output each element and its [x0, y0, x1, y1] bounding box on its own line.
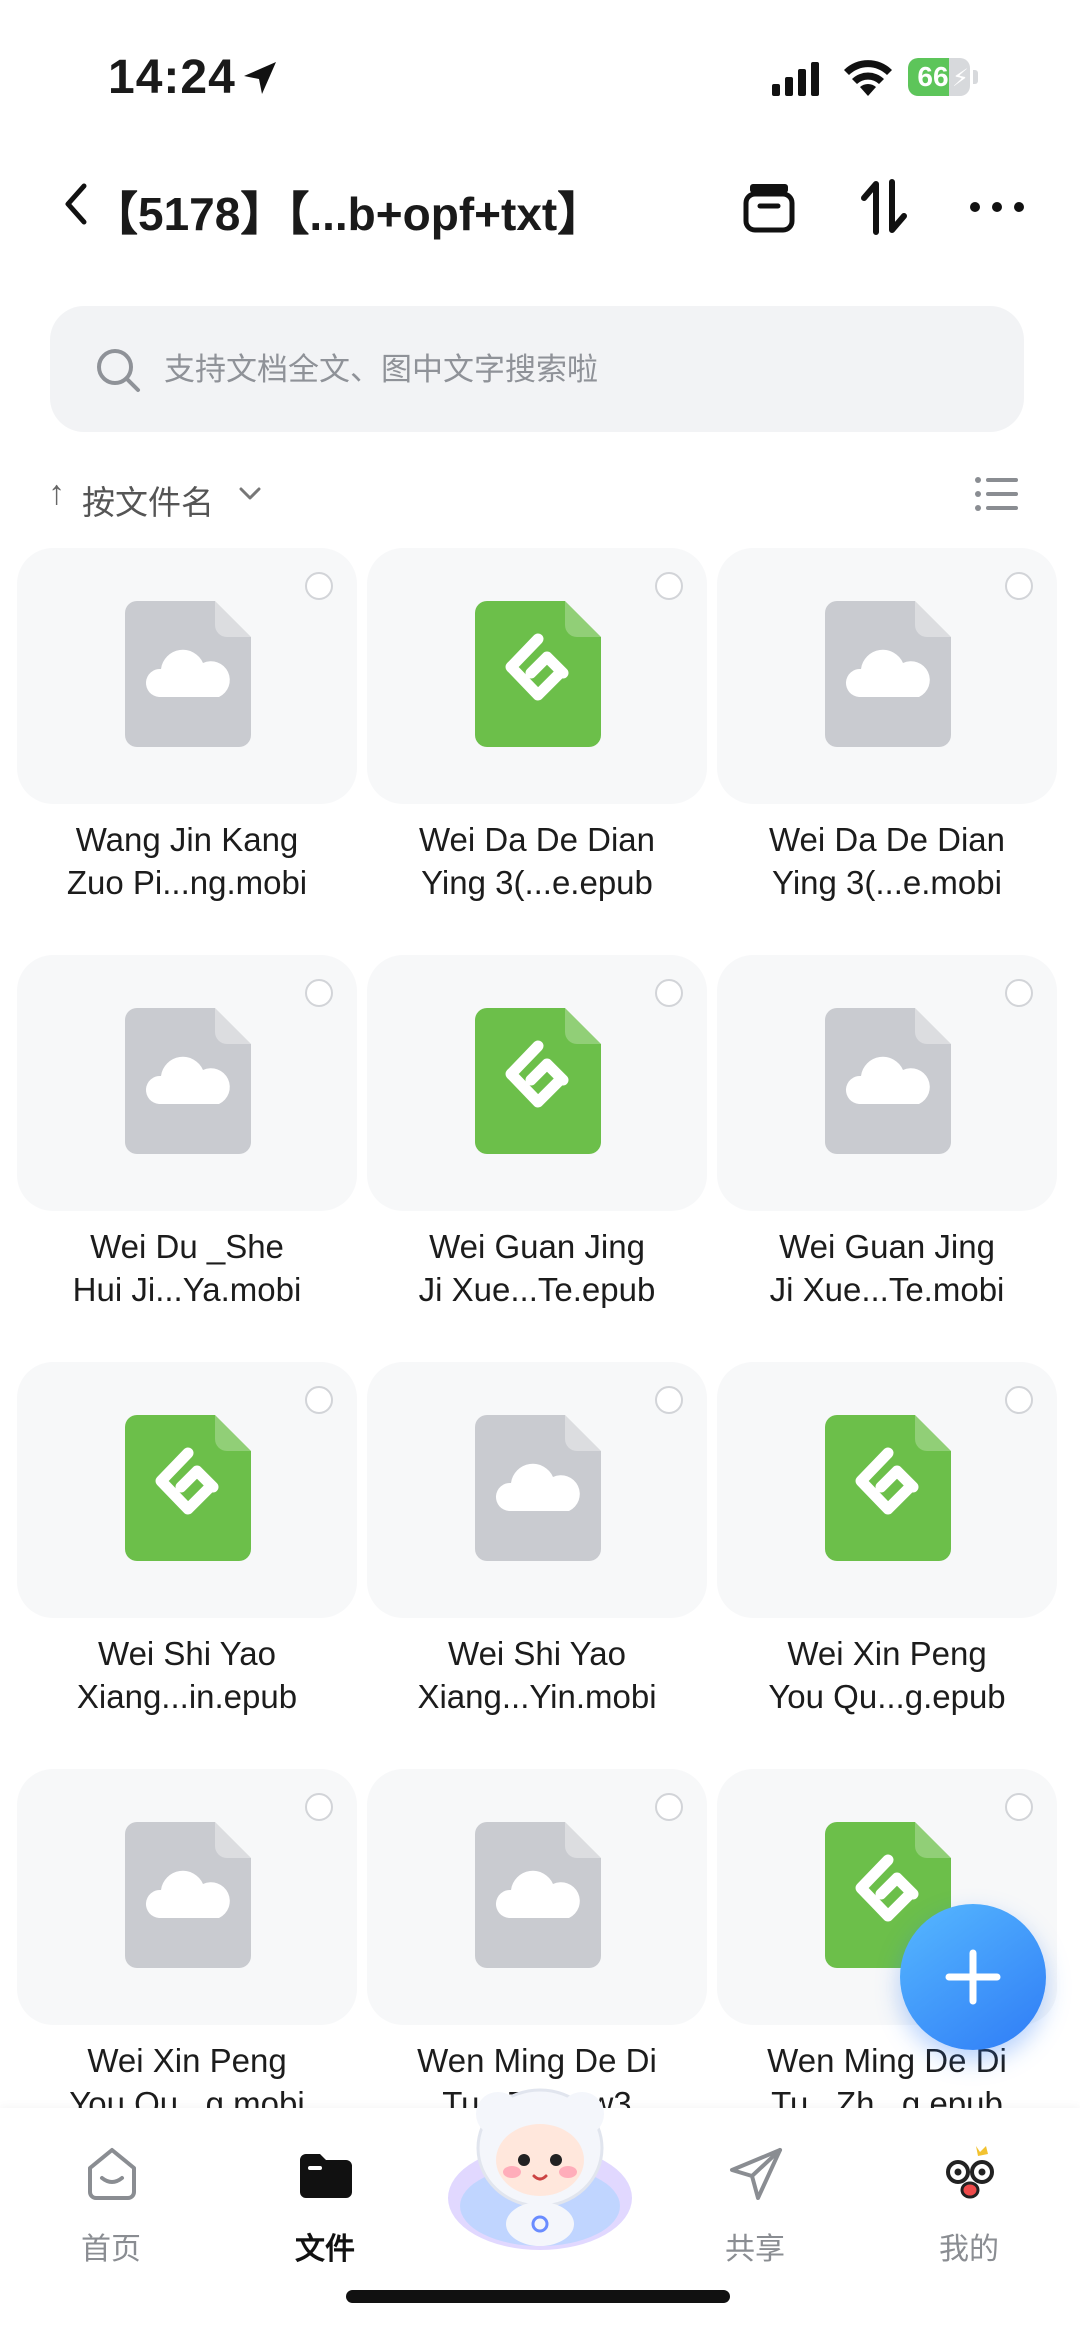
back-icon[interactable] [58, 180, 92, 228]
file-name: Wei Shi Yao Xiang...in.epub [76, 1635, 298, 1715]
bottom-tab-bar: 首页 文件 共享 我的 [0, 2088, 1080, 2341]
select-circle[interactable] [305, 979, 333, 1007]
file-thumbnail[interactable] [717, 1362, 1057, 1618]
file-name: Wei Guan Jing Ji Xue...Te.epub [418, 1228, 656, 1308]
paper-plane-icon [730, 2148, 782, 2200]
sort-row: ↑ 按文件名 [48, 470, 1038, 521]
cellular-signal-icon [772, 62, 819, 96]
file-thumbnail[interactable] [367, 1769, 707, 2025]
more-options-icon[interactable] [964, 174, 1030, 240]
tab-mine-label: 我的 [939, 2233, 999, 2266]
sort-direction-arrow[interactable]: ↑ [48, 474, 65, 513]
file-name: Wei Du _She Hui Ji...Ya.mobi [72, 1228, 302, 1308]
file-thumbnail[interactable] [17, 548, 357, 804]
file-card[interactable]: Wei Guan Jing Ji Xue...Te.epub [367, 955, 707, 1365]
home-smile-icon [88, 2148, 136, 2200]
cloud-file-icon [125, 1008, 251, 1154]
battery-icon: 66 ⚡ [908, 58, 980, 98]
location-arrow-icon [244, 62, 276, 94]
select-circle[interactable] [305, 572, 333, 600]
select-circle[interactable] [1005, 979, 1033, 1007]
select-circle[interactable] [1005, 1793, 1033, 1821]
cloud-file-icon [825, 1008, 951, 1154]
battery-level: 66 [917, 61, 949, 92]
plus-icon [945, 1949, 1001, 2005]
cloud-file-icon [125, 1822, 251, 1968]
sort-by-filename-dropdown[interactable]: 按文件名 [82, 476, 214, 524]
cloud-file-icon [125, 601, 251, 747]
select-circle[interactable] [1005, 572, 1033, 600]
file-thumbnail[interactable] [17, 955, 357, 1211]
tab-share[interactable]: 共享 [680, 2128, 830, 2268]
file-thumbnail[interactable] [367, 1362, 707, 1618]
file-card[interactable]: Wei Guan Jing Ji Xue...Te.mobi [717, 955, 1057, 1365]
file-card[interactable]: Wei Xin Peng You Qu...g.mobi [17, 1769, 357, 2108]
tab-share-label: 共享 [725, 2233, 785, 2266]
select-circle[interactable] [655, 572, 683, 600]
wifi-icon [844, 60, 892, 96]
file-thumbnail[interactable] [367, 955, 707, 1211]
status-time: 14:24 [108, 51, 236, 104]
add-button[interactable] [900, 1904, 1046, 2050]
file-thumbnail[interactable] [717, 955, 1057, 1211]
epub-file-icon [475, 601, 601, 747]
archive-box-icon[interactable] [736, 174, 802, 240]
file-thumbnail[interactable] [367, 548, 707, 804]
folder-icon [300, 2154, 352, 2198]
file-thumbnail[interactable] [17, 1769, 357, 2025]
epub-file-icon [825, 1415, 951, 1561]
file-card[interactable]: Wei Shi Yao Xiang...Yin.mobi [367, 1362, 707, 1772]
file-name: Wei Da De Dian Ying 3(...e.mobi [769, 821, 1005, 901]
status-bar: 14:24 66 ⚡ [0, 0, 1080, 150]
cloud-file-icon [475, 1415, 601, 1561]
select-circle[interactable] [305, 1386, 333, 1414]
file-name: Wei Xin Peng You Qu...g.mobi [69, 2042, 305, 2108]
file-card[interactable]: Wei Da De Dian Ying 3(...e.mobi [717, 548, 1057, 958]
file-grid: Wang Jin Kang Zuo Pi...ng.mobi Wei Da De … [0, 548, 1080, 2108]
file-card[interactable]: Wei Xin Peng You Qu...g.epub [717, 1362, 1057, 1772]
cloud-file-icon [825, 601, 951, 747]
select-circle[interactable] [655, 979, 683, 1007]
search-input[interactable] [162, 336, 986, 404]
file-card[interactable]: Wang Jin Kang Zuo Pi...ng.mobi [17, 548, 357, 958]
page-title: 【5178】【...b+opf+txt】 [92, 188, 604, 240]
file-name: Wei Guan Jing Ji Xue...Te.mobi [769, 1228, 1005, 1308]
list-view-icon[interactable] [974, 474, 1020, 514]
profile-face-icon [946, 2146, 994, 2199]
file-thumbnail[interactable] [717, 548, 1057, 804]
file-thumbnail[interactable] [17, 1362, 357, 1618]
select-circle[interactable] [1005, 1386, 1033, 1414]
mascot-assistant-icon[interactable] [440, 2068, 640, 2268]
file-name: Wei Shi Yao Xiang...Yin.mobi [417, 1635, 657, 1715]
tab-home[interactable]: 首页 [36, 2128, 186, 2268]
file-name: Wen Ming De Di Tu...Zh...g.epub [767, 2042, 1007, 2108]
tab-home-label: 首页 [81, 2233, 141, 2266]
epub-file-icon [125, 1415, 251, 1561]
search-icon [97, 349, 140, 392]
tab-mine[interactable]: 我的 [894, 2128, 1044, 2268]
file-name: Wei Da De Dian Ying 3(...e.epub [419, 821, 655, 901]
select-circle[interactable] [305, 1793, 333, 1821]
tab-files[interactable]: 文件 [250, 2128, 400, 2268]
file-card[interactable]: Wei Shi Yao Xiang...in.epub [17, 1362, 357, 1772]
home-indicator [346, 2290, 730, 2303]
cloud-file-icon [475, 1822, 601, 1968]
select-circle[interactable] [655, 1386, 683, 1414]
header: 【5178】【...b+opf+txt】 [0, 160, 1080, 260]
sort-order-icon[interactable] [852, 174, 918, 240]
select-circle[interactable] [655, 1793, 683, 1821]
file-name: Wei Xin Peng You Qu...g.epub [768, 1635, 1006, 1715]
epub-file-icon [475, 1008, 601, 1154]
chevron-down-icon[interactable] [236, 480, 264, 508]
file-card[interactable]: Wen Ming De DiTu...Zh...zw3 [367, 1769, 707, 2108]
file-name: Wang Jin Kang Zuo Pi...ng.mobi [66, 821, 308, 901]
file-card[interactable]: Wei Da De Dian Ying 3(...e.epub [367, 548, 707, 958]
file-card[interactable]: Wei Du _She Hui Ji...Ya.mobi [17, 955, 357, 1365]
search-bar[interactable] [50, 306, 1024, 432]
tab-files-label: 文件 [295, 2233, 355, 2266]
